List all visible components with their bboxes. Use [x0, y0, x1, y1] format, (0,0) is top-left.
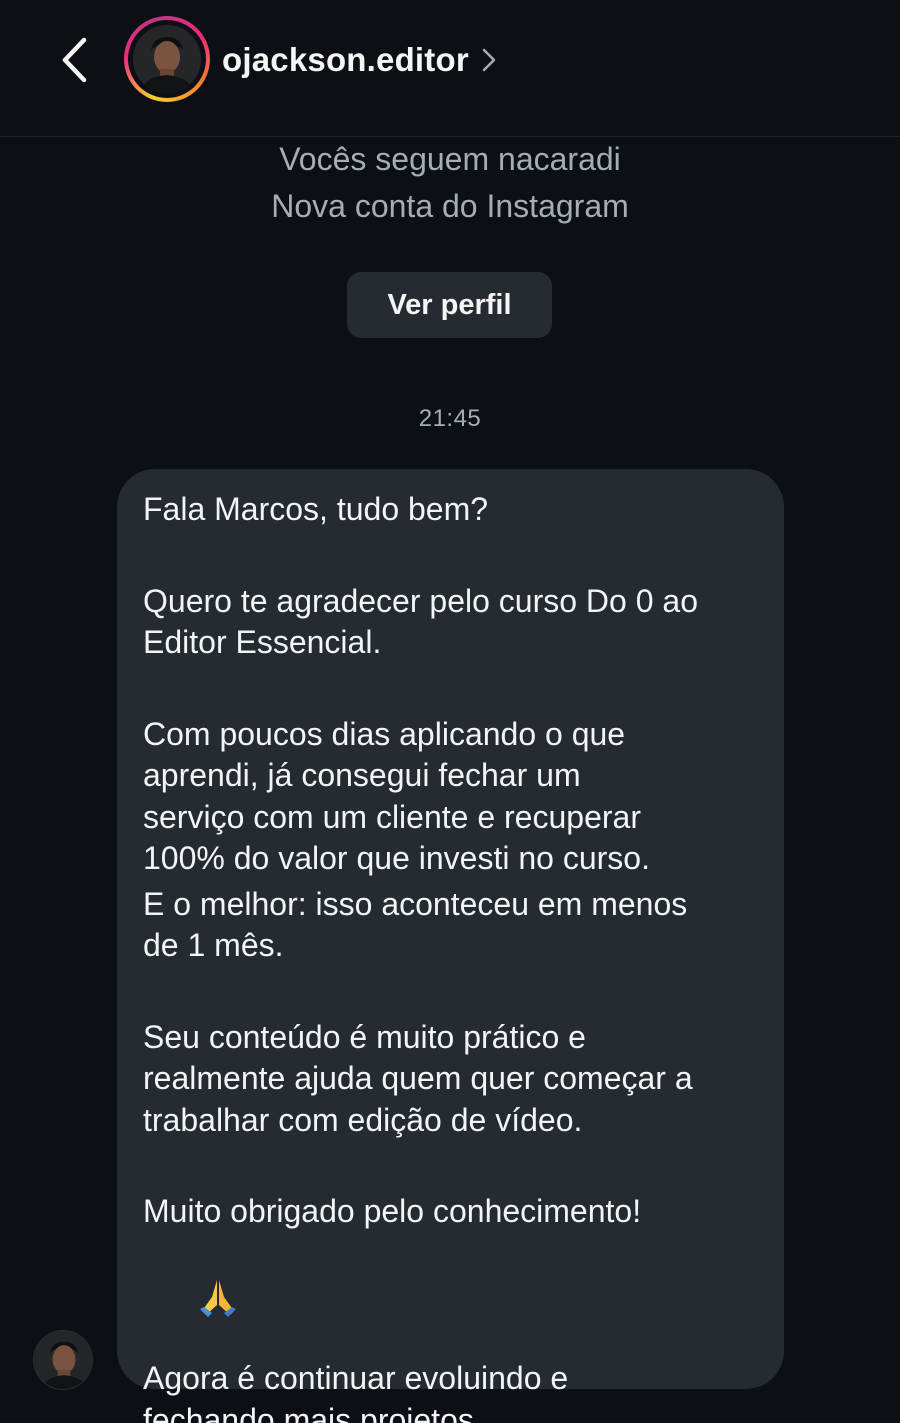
- sender-avatar[interactable]: [33, 1330, 93, 1390]
- view-profile-button[interactable]: Ver perfil: [347, 272, 552, 338]
- username: ojackson.editor: [222, 41, 469, 78]
- profile-avatar-story-ring[interactable]: [124, 16, 210, 102]
- avatar: [133, 25, 201, 93]
- person-photo-icon: [133, 25, 201, 93]
- message-best: E o melhor: isso aconteceu em menos de 1…: [143, 885, 688, 964]
- pray-emoji: [143, 1233, 758, 1359]
- message-closing: Muito obrigado pelo conhecimento!: [143, 1193, 642, 1229]
- message-content: Seu conteúdo é muito prático e realmente…: [143, 1018, 693, 1138]
- message-timestamp: 21:45: [418, 405, 482, 432]
- message-thanks: Quero te agradecer pelo curso Do 0 ao Ed…: [143, 582, 698, 661]
- mutual-follow-text: Vocês seguem nacaradi: [279, 141, 621, 177]
- chevron-right-icon: [481, 46, 497, 74]
- chat-header: ojackson.editor: [0, 0, 900, 137]
- person-photo-icon: [34, 1331, 92, 1389]
- message-bubble[interactable]: Fala Marcos, tudo bem? Quero te agradece…: [117, 469, 784, 1423]
- dm-thread-screen: ojackson.editor Vocês seguem nacaradi No…: [0, 0, 900, 1423]
- username-button[interactable]: ojackson.editor: [222, 36, 497, 84]
- chevron-left-icon: [62, 37, 87, 83]
- message-greeting: Fala Marcos, tudo bem?: [143, 491, 489, 527]
- message-final: Agora é continuar evoluindo e fechando m…: [143, 1360, 569, 1423]
- new-account-text: Nova conta do Instagram: [271, 188, 629, 224]
- back-button[interactable]: [52, 30, 100, 90]
- praying-hands-icon: [200, 1279, 237, 1317]
- message-result: Com poucos dias aplicando o que aprendi,…: [143, 715, 650, 877]
